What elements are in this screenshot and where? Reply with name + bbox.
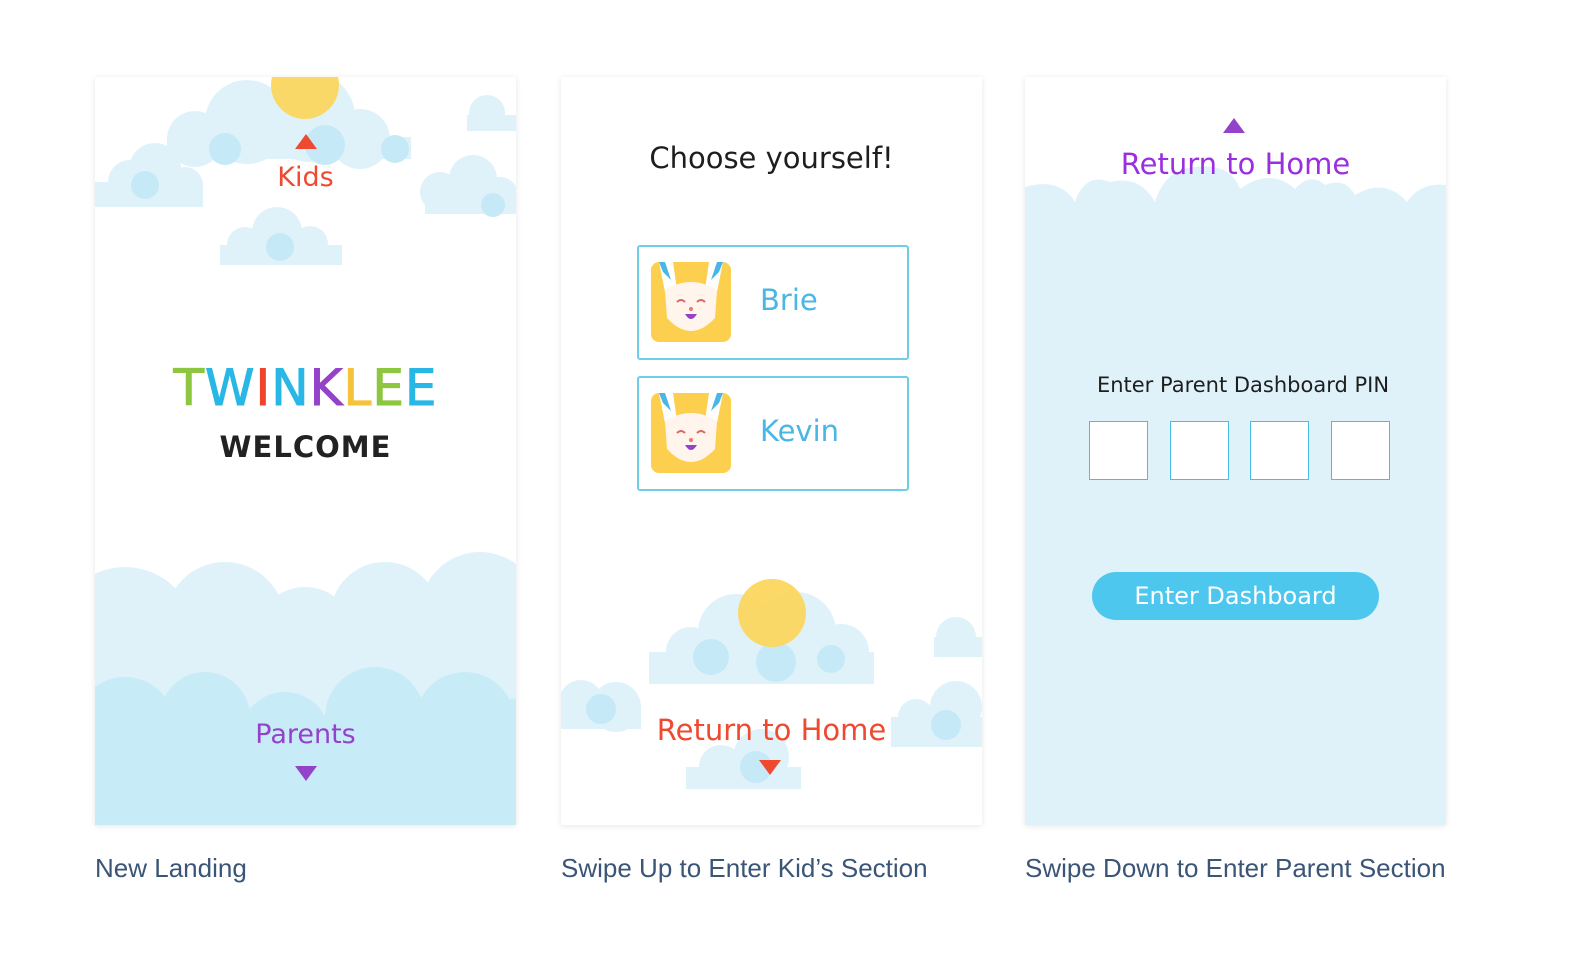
pin-digit-2[interactable]	[1170, 421, 1229, 480]
logo-letter: W	[205, 359, 256, 418]
logo-letter: T	[173, 359, 206, 418]
logo-letter: E	[372, 359, 405, 418]
return-down-arrow-icon[interactable]	[759, 760, 781, 775]
return-home-link[interactable]: Return to Home	[561, 713, 982, 747]
parents-swipe-label[interactable]: Parents	[95, 719, 516, 750]
return-up-arrow-icon[interactable]	[1223, 118, 1245, 133]
bunny-icon	[651, 393, 731, 473]
profile-name: Brie	[760, 283, 818, 317]
profile-card-kevin[interactable]: Kevin	[637, 376, 909, 491]
kids-arrow-icon[interactable]	[295, 134, 317, 149]
logo-letter: L	[343, 359, 373, 418]
logo-letter: E	[404, 359, 438, 418]
pin-label: Enter Parent Dashboard PIN	[1096, 373, 1390, 397]
bunny-icon	[651, 262, 731, 342]
parents-screen: Return to Home Enter Parent Dashboard PI…	[1025, 77, 1446, 825]
twinkle-logo: TWINKLEE	[95, 359, 516, 418]
caption-kids: Swipe Up to Enter Kid’s Section	[561, 853, 928, 883]
profile-card-brie[interactable]: Brie	[637, 245, 909, 360]
choose-profile-heading: Choose yourself!	[649, 141, 894, 175]
parents-arrow-icon[interactable]	[295, 766, 317, 781]
pin-digit-4[interactable]	[1331, 421, 1390, 480]
pin-digit-3[interactable]	[1250, 421, 1309, 480]
return-home-link[interactable]: Return to Home	[1025, 147, 1446, 181]
logo-letter: K	[309, 359, 344, 418]
welcome-heading: WELCOME	[219, 430, 392, 464]
enter-dashboard-button[interactable]: Enter Dashboard	[1092, 572, 1379, 620]
caption-landing: New Landing	[95, 853, 247, 883]
logo-letter: N	[271, 359, 310, 418]
pin-digit-1[interactable]	[1089, 421, 1148, 480]
kids-swipe-label[interactable]: Kids	[95, 162, 516, 193]
kids-screen: Choose yourself! Brie Kevin Return to Ho…	[561, 77, 982, 825]
landing-screen: Kids TWINKLEE WELCOME Parents	[95, 77, 516, 825]
logo-letter: I	[255, 359, 272, 418]
caption-parents: Swipe Down to Enter Parent Section	[1025, 853, 1446, 883]
profile-name: Kevin	[760, 414, 840, 448]
